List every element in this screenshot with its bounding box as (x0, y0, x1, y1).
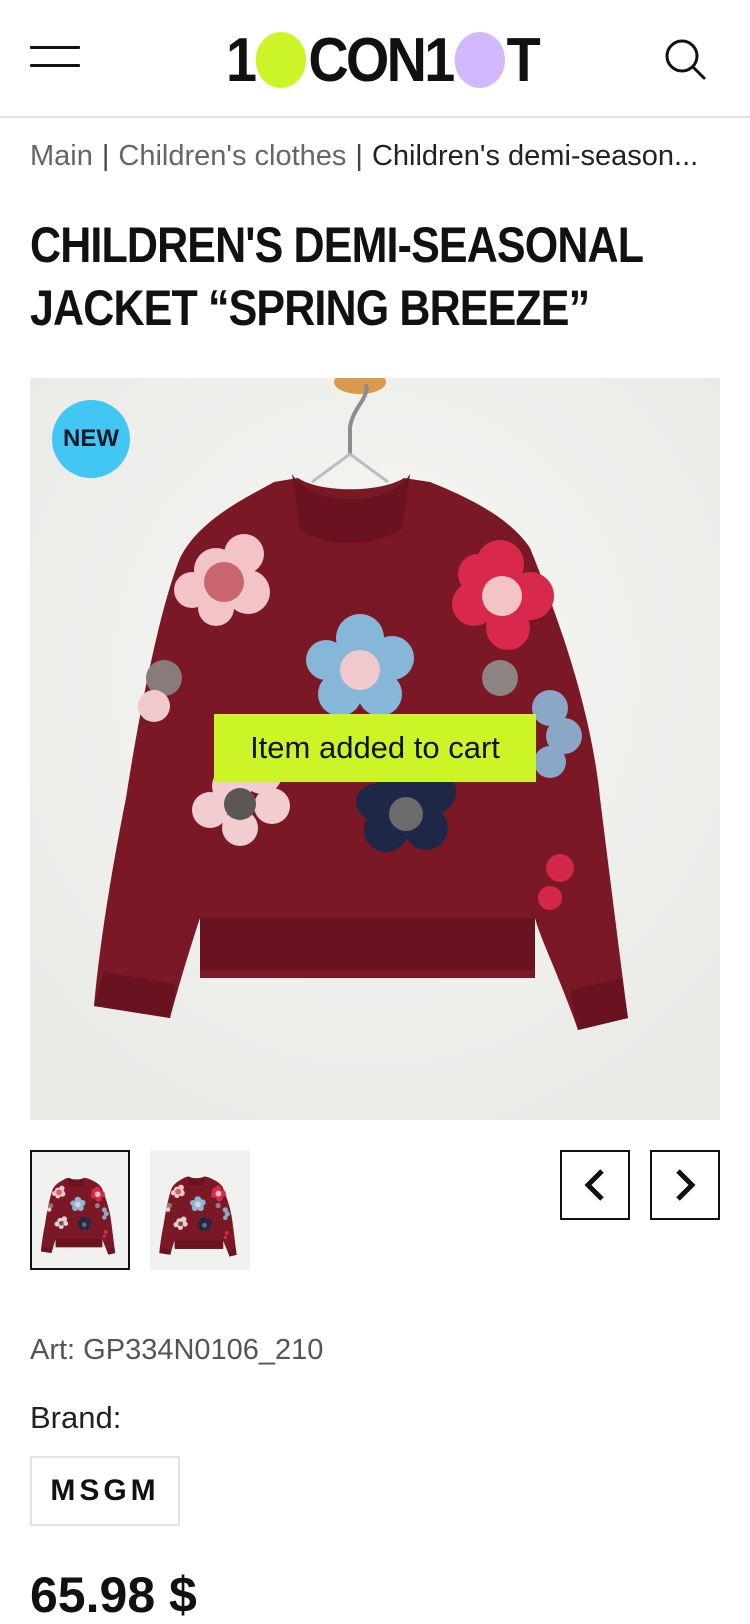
logo-dot-green (256, 32, 307, 88)
logo-text-part: 1 (226, 25, 257, 95)
product-price: 65.98 $ (30, 1567, 197, 1623)
breadcrumb-separator: | (355, 140, 363, 172)
product-main-image[interactable]: NEW Item added to cart (30, 378, 720, 1120)
gallery-thumbnail-1[interactable] (30, 1150, 130, 1270)
thumbnail-image (150, 1156, 250, 1264)
breadcrumb-item-main[interactable]: Main (30, 140, 93, 172)
chevron-right-icon (676, 1169, 696, 1201)
logo-text-part: T (506, 25, 541, 95)
thumbnail-image (32, 1158, 128, 1262)
new-badge: NEW (52, 400, 130, 478)
gallery-thumbnail-2[interactable] (150, 1150, 250, 1270)
brand-logo-button[interactable]: MSGM (30, 1456, 180, 1526)
hamburger-menu-icon[interactable] (30, 44, 80, 70)
brand-label: Brand: (30, 1400, 122, 1435)
breadcrumb: Main | Children's clothes | Children's demi-… (30, 140, 730, 173)
gallery-next-button[interactable] (650, 1150, 720, 1220)
added-to-cart-toast: Item added to cart (214, 714, 536, 782)
site-header: 1 CON1 T (0, 0, 750, 118)
breadcrumb-item-childrens-clothes[interactable]: Children's clothes (118, 140, 346, 172)
breadcrumb-item-current: Children's demi-season... (371, 140, 699, 172)
logo-text-part: CON1 (308, 25, 455, 95)
product-title-line-1: CHILDREN'S DEMI-SEASONAL (30, 217, 644, 273)
gallery-prev-button[interactable] (560, 1150, 630, 1220)
article-number: Art: GP334N0106_210 (30, 1334, 324, 1366)
chevron-left-icon (584, 1169, 604, 1201)
site-logo[interactable]: 1 CON1 T (226, 25, 541, 95)
product-title: CHILDREN'S DEMI-SEASONAL JACKET “SPRING … (30, 214, 718, 340)
search-icon[interactable] (662, 36, 708, 82)
product-title-line-2: JACKET “SPRING BREEZE” (30, 280, 590, 336)
logo-dot-purple (454, 32, 505, 88)
breadcrumb-separator: | (101, 140, 110, 172)
